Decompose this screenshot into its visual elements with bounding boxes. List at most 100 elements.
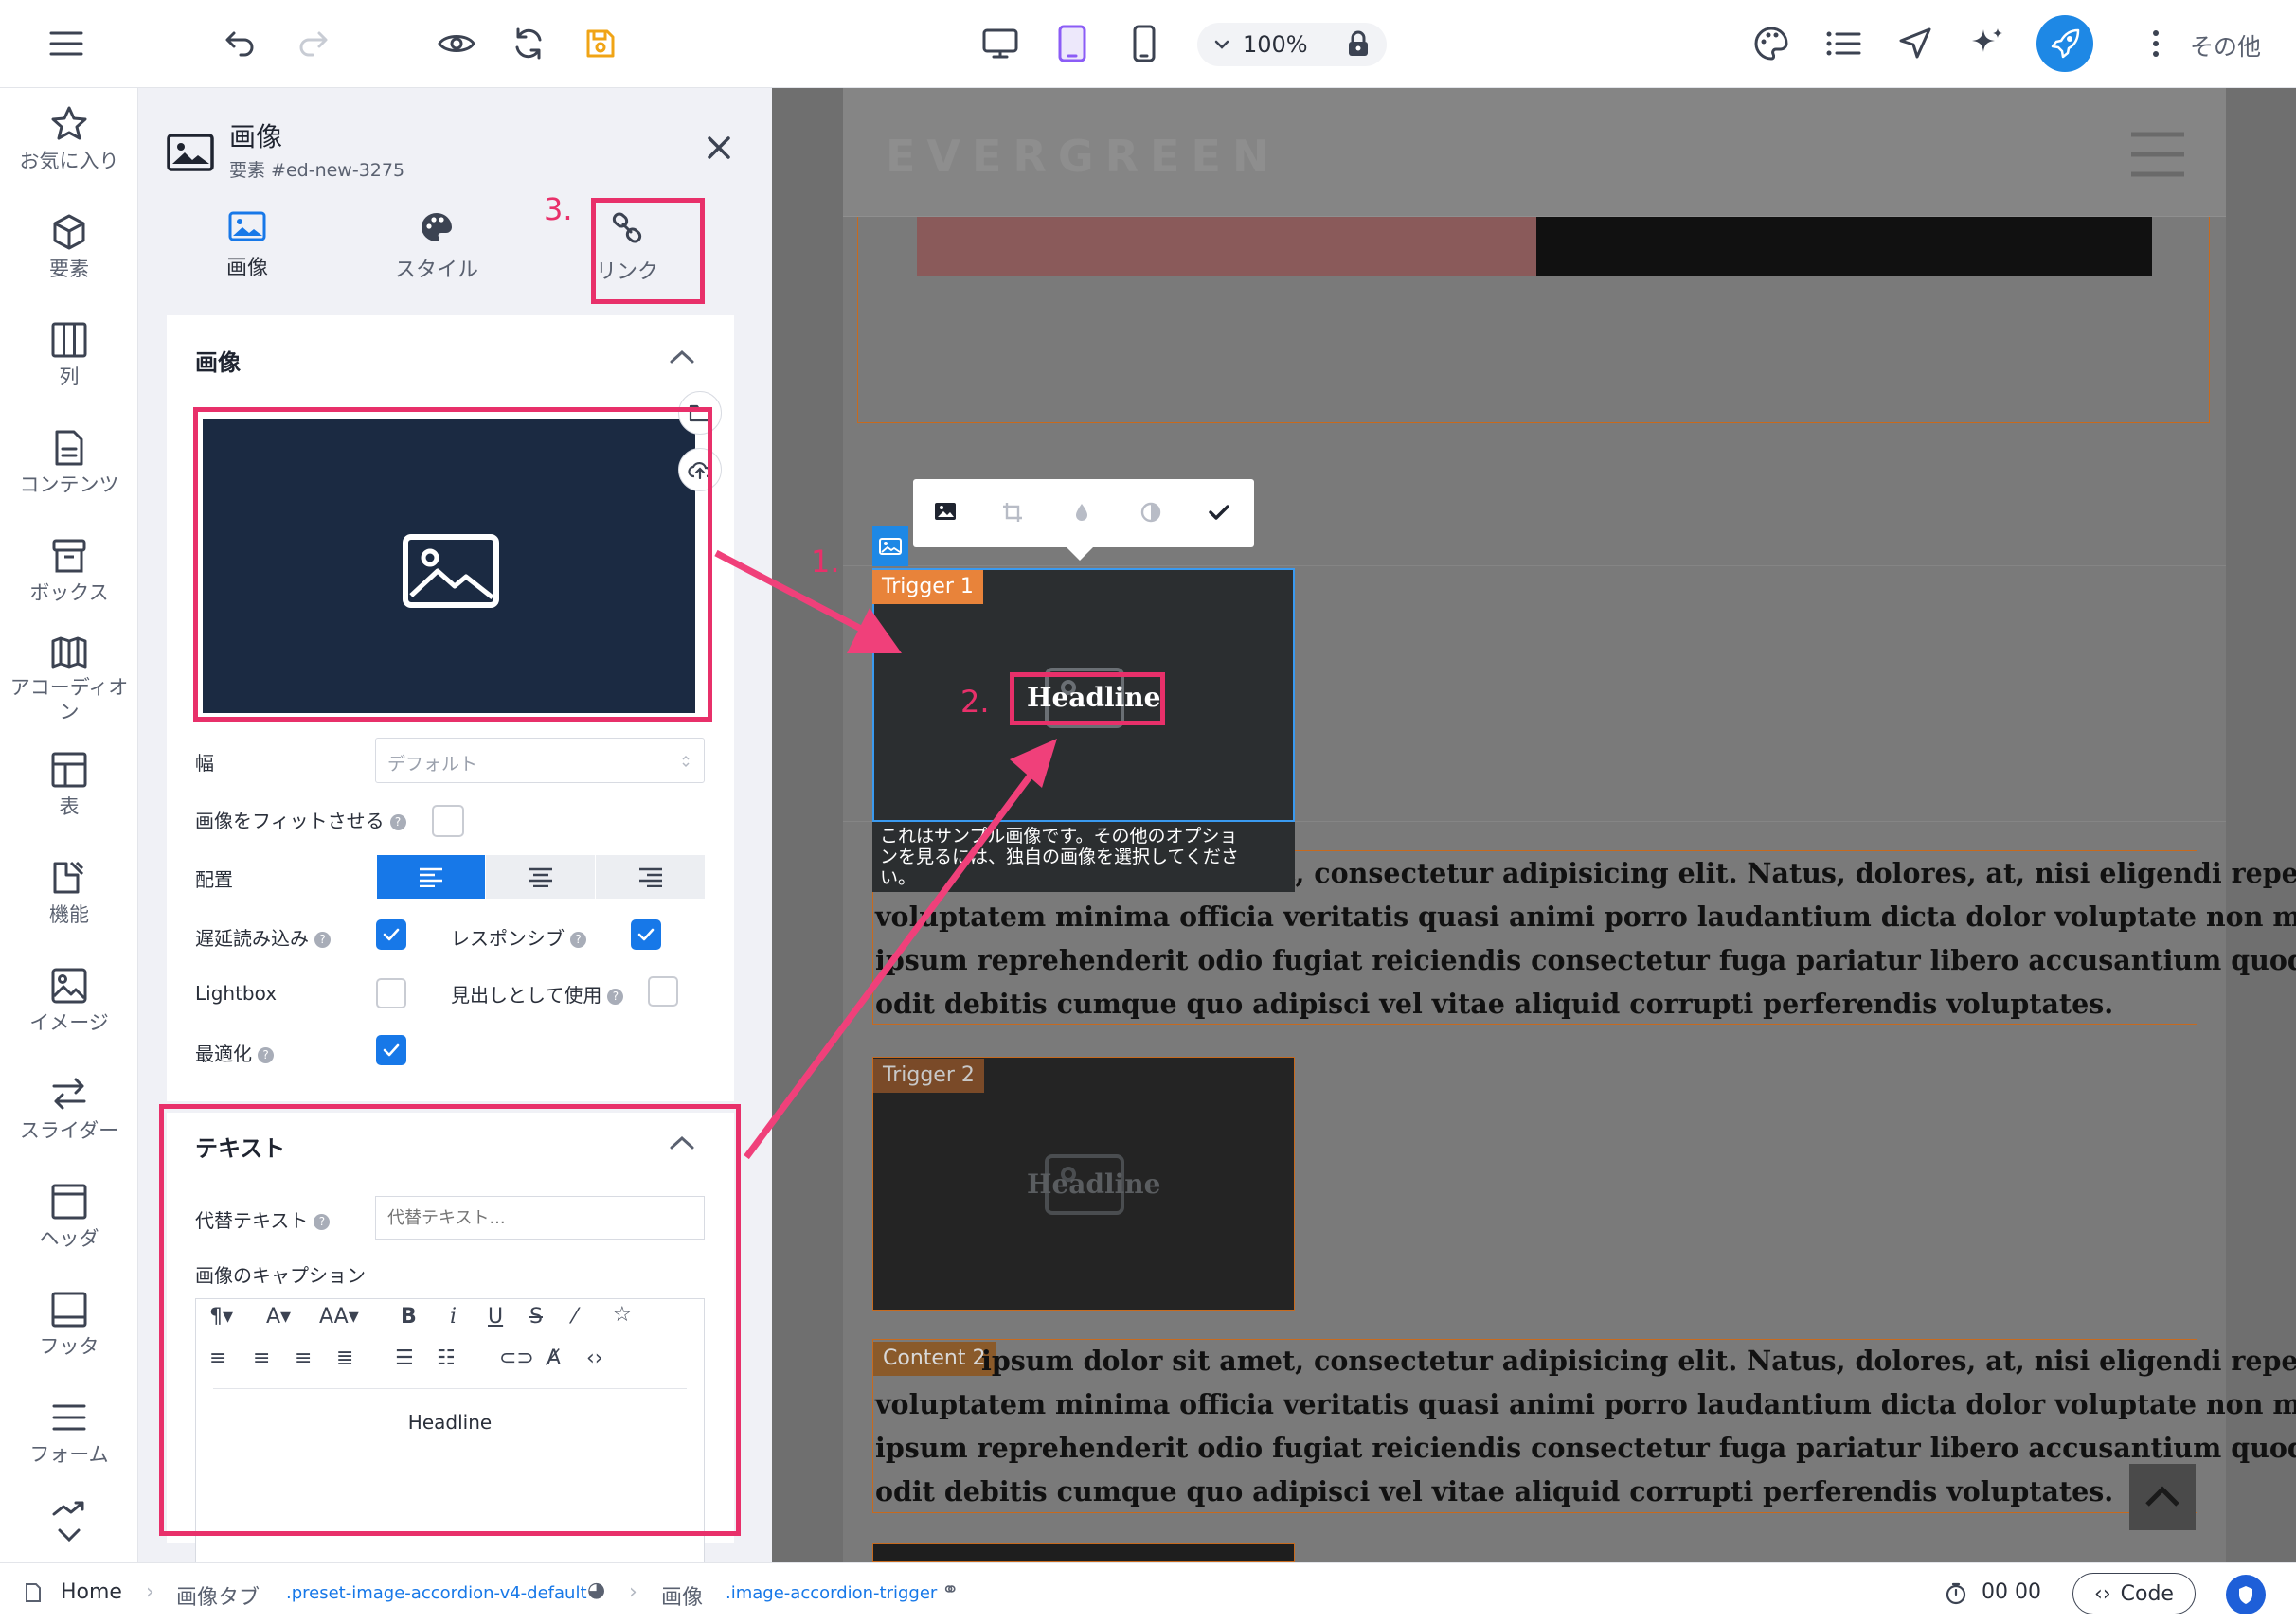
arrows-icon xyxy=(52,1078,86,1110)
blur-drop-icon[interactable] xyxy=(1074,502,1089,523)
align-left-button[interactable] xyxy=(377,855,485,899)
sidebar-item-footer[interactable]: フッタ xyxy=(0,1291,138,1359)
menu-icon[interactable] xyxy=(42,19,91,68)
sidebar-item-content[interactable]: コンテンツ xyxy=(0,429,138,497)
undo-icon[interactable] xyxy=(216,19,265,68)
align-center-button[interactable] xyxy=(485,855,595,899)
sidebar-item-image[interactable]: イメージ xyxy=(0,967,138,1035)
row-divider xyxy=(843,565,2226,566)
sidebar-item-box[interactable]: ボックス xyxy=(0,537,138,605)
crop-icon[interactable] xyxy=(1002,502,1023,523)
navigate-icon[interactable] xyxy=(1891,19,1940,68)
columns-icon xyxy=(51,322,87,358)
content-2-line-2[interactable]: voluptatem minima officia veritatis quas… xyxy=(875,1382,2296,1426)
lightbox-checkbox[interactable] xyxy=(376,978,406,1008)
optimize-checkbox[interactable] xyxy=(376,1035,406,1065)
align-center-icon xyxy=(529,867,552,887)
tab-image[interactable]: 画像 xyxy=(195,211,299,281)
use-as-heading-checkbox[interactable] xyxy=(648,976,678,1007)
scroll-top-button[interactable] xyxy=(2129,1464,2196,1530)
contrast-icon[interactable] xyxy=(1140,502,1161,523)
trigger-2-headline[interactable]: Headline xyxy=(1027,1168,1160,1200)
ai-sparkle-icon[interactable] xyxy=(1963,19,2012,68)
sidebar-item-favorites[interactable]: お気に入り xyxy=(0,105,138,173)
preview-eye-icon[interactable] xyxy=(432,19,481,68)
link-icon[interactable]: ⚭ xyxy=(942,1578,959,1602)
sidebar-item-label: ボックス xyxy=(29,581,109,604)
sidebar-item-label: ヘッダ xyxy=(39,1227,99,1250)
fit-image-checkbox[interactable] xyxy=(432,805,464,837)
image-section-title: 画像 xyxy=(195,349,241,376)
sidebar-item-label: フッタ xyxy=(39,1335,99,1358)
desktop-view-icon[interactable] xyxy=(976,19,1025,68)
redo-icon[interactable] xyxy=(288,19,337,68)
code-button[interactable]: ‹› Code xyxy=(2072,1573,2196,1614)
lock-icon[interactable] xyxy=(1334,19,1383,68)
content-1-line-2[interactable]: voluptatem minima officia veritatis quas… xyxy=(875,895,2296,938)
sidebar-item-slider[interactable]: スライダー xyxy=(0,1075,138,1143)
sidebar-item-features[interactable]: 機能 xyxy=(0,859,138,927)
fit-image-label: 画像をフィットさせる? xyxy=(195,806,406,833)
help-icon: ? xyxy=(607,989,624,1005)
lazy-load-checkbox[interactable] xyxy=(376,919,406,950)
tablet-view-icon[interactable] xyxy=(1048,19,1097,68)
content-1-line-3[interactable]: ipsum reprehenderit odio fugiat reiciend… xyxy=(875,938,2296,982)
chevron-up-icon[interactable] xyxy=(669,349,695,365)
chevron-up-icon xyxy=(2145,1486,2179,1507)
breadcrumb-image-class[interactable]: .image-accordion-trigger xyxy=(726,1583,937,1603)
table-icon xyxy=(51,752,87,788)
checkmark-icon xyxy=(383,928,400,941)
breadcrumb-separator: › xyxy=(629,1580,637,1604)
tab-style[interactable]: スタイル xyxy=(375,211,498,283)
mobile-view-icon[interactable] xyxy=(1120,19,1169,68)
features-icon xyxy=(53,861,84,894)
sidebar-item-header[interactable]: ヘッダ xyxy=(0,1183,138,1251)
responsive-checkbox[interactable] xyxy=(631,919,661,950)
shield-button[interactable] xyxy=(2226,1575,2266,1614)
sidebar-item-form[interactable]: フォーム xyxy=(0,1399,138,1467)
refresh-icon[interactable] xyxy=(504,19,553,68)
status-bar: Home › 画像タブ .preset-image-accordion-v4-d… xyxy=(0,1562,2296,1623)
content-1-line-4[interactable]: odit debitis cumque quo adipisci vel vit… xyxy=(875,982,2199,1026)
chevron-down-icon xyxy=(58,1528,81,1543)
list-icon[interactable] xyxy=(1819,19,1868,68)
replace-image-icon[interactable] xyxy=(934,502,957,521)
width-select[interactable]: デフォルト xyxy=(375,738,705,783)
trigger-1-label[interactable]: Trigger 1 xyxy=(872,570,983,604)
sidebar-item-table[interactable]: 表 xyxy=(0,751,138,819)
align-right-button[interactable] xyxy=(595,855,705,899)
timer-value: 00 00 xyxy=(1982,1580,2041,1604)
confirm-check-icon[interactable] xyxy=(1209,504,1229,521)
palette-icon[interactable] xyxy=(1747,19,1796,68)
align-right-icon xyxy=(638,867,662,887)
shield-icon xyxy=(2239,1586,2252,1604)
optimize-label: 最適化? xyxy=(195,1039,274,1066)
publish-rocket-button[interactable] xyxy=(2036,15,2093,72)
hamburger-menu-icon[interactable] xyxy=(2129,131,2186,178)
breadcrumb-image-tab[interactable]: 画像タブ xyxy=(176,1580,260,1611)
content-2-line-4[interactable]: odit debitis cumque quo adipisci vel vit… xyxy=(875,1470,2199,1513)
breadcrumb-image-tab-class[interactable]: .preset-image-accordion-v4-default xyxy=(286,1583,587,1603)
save-icon[interactable] xyxy=(576,19,625,68)
site-logo[interactable]: EVERGREEN xyxy=(886,131,1280,182)
sidebar-more[interactable] xyxy=(0,1499,138,1543)
content-2-line-1[interactable]: ipsum dolor sit amet, consectetur adipis… xyxy=(981,1339,2296,1382)
more-label[interactable]: その他 xyxy=(2190,28,2261,62)
element-sidebar: お気に入り 要素 列 コンテンツ ボックス アコーディオン 表 機能 イメージ … xyxy=(0,88,138,1562)
trigger-2-label[interactable]: Trigger 2 xyxy=(873,1059,984,1093)
more-dots-icon[interactable] xyxy=(2131,19,2180,68)
content-2-line-3[interactable]: ipsum reprehenderit odio fugiat reiciend… xyxy=(875,1426,2296,1470)
sidebar-item-label: スライダー xyxy=(19,1119,119,1142)
sidebar-item-elements[interactable]: 要素 xyxy=(0,213,138,281)
sidebar-item-columns[interactable]: 列 xyxy=(0,321,138,389)
palette-icon[interactable]: ◕ xyxy=(587,1578,605,1602)
help-icon: ? xyxy=(258,1047,274,1063)
width-label: 幅 xyxy=(195,752,214,775)
sidebar-item-accordion[interactable]: アコーディオン xyxy=(0,635,138,724)
breadcrumb-home[interactable]: Home xyxy=(61,1580,122,1604)
close-icon[interactable] xyxy=(707,135,731,160)
breadcrumb-image[interactable]: 画像 xyxy=(661,1580,703,1611)
content-2-label[interactable]: Content 2 xyxy=(873,1342,996,1376)
selected-element-badge[interactable] xyxy=(872,526,908,566)
trigger-3-image[interactable] xyxy=(872,1543,1295,1562)
